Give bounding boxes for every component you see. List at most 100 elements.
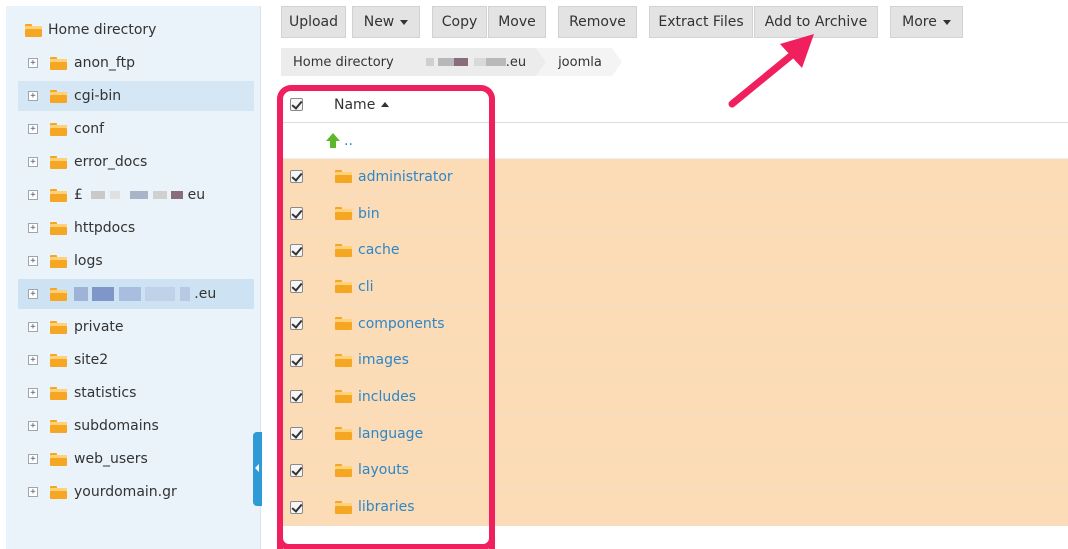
table-row[interactable]: images [281,342,1068,380]
row-checkbox[interactable] [290,390,303,404]
move-button[interactable]: Move [488,6,546,38]
tree-item-conf[interactable]: + conf [18,114,254,144]
folder-icon [50,485,67,499]
expand-icon[interactable]: + [28,454,38,464]
expand-icon[interactable]: + [28,58,38,68]
tree-item-cgi-bin[interactable]: + cgi-bin [18,81,254,111]
tree-root-home[interactable]: Home directory [25,19,156,41]
copy-button[interactable]: Copy [432,6,487,38]
more-button[interactable]: More [890,6,963,38]
table-row[interactable]: bin [281,195,1068,233]
tree-item-logs[interactable]: + logs [18,246,254,276]
parent-directory-link[interactable]: .. [344,133,353,149]
sidebar-collapse-handle[interactable] [253,432,262,506]
redacted-text [130,191,149,199]
new-button[interactable]: New [352,6,420,38]
expand-icon[interactable]: + [28,124,38,134]
redacted-text [91,191,106,199]
folder-icon [335,390,352,404]
row-checkbox[interactable] [290,427,303,441]
tree-item-private[interactable]: + private [18,312,254,342]
folder-icon [50,419,67,433]
tree-item-statistics[interactable]: + statistics [18,378,254,408]
table-row[interactable]: includes [281,379,1068,416]
folder-icon [50,89,67,103]
tree-item-yourdomain-gr[interactable]: + yourdomain.gr [18,477,254,507]
folder-icon [50,221,67,235]
tree-item-anon-ftp[interactable]: + anon_ftp [18,48,254,78]
file-name-link[interactable]: cache [358,242,399,258]
table-row[interactable]: layouts [281,452,1068,490]
tree-item-label: subdomains [74,418,159,434]
expand-icon[interactable]: + [28,91,38,101]
tree-item-label: £ eu [74,187,205,203]
folder-icon [50,56,67,70]
tree-item-label-suffix: .eu [194,286,217,302]
select-all-checkbox[interactable] [290,98,303,111]
redacted-text [74,287,88,301]
tree-item-redacted-domain-2[interactable]: + .eu [18,279,254,309]
tree-item-subdomains[interactable]: + subdomains [18,411,254,441]
row-checkbox[interactable] [290,207,303,221]
extract-files-button[interactable]: Extract Files [649,6,753,38]
breadcrumb-domain[interactable]: .eu [403,48,547,76]
tree-item-redacted-domain-1[interactable]: + £ eu [18,180,254,210]
tree-item-site2[interactable]: + site2 [18,345,254,375]
row-checkbox[interactable] [290,500,303,514]
row-checkbox[interactable] [290,170,303,184]
file-name-link[interactable]: libraries [358,499,415,515]
table-row[interactable]: cli [281,269,1068,306]
folder-tree-sidebar: Home directory + anon_ftp + cgi-bin + co… [6,6,261,549]
expand-icon[interactable]: + [28,487,38,497]
tree-item-error-docs[interactable]: + error_docs [18,147,254,177]
up-arrow-icon [326,133,340,148]
file-name-link[interactable]: bin [358,206,380,222]
name-header-label: Name [334,96,376,113]
breadcrumb-current[interactable]: joomla [536,48,622,76]
tree-item-httpdocs[interactable]: + httpdocs [18,213,254,243]
file-name-link[interactable]: layouts [358,462,409,478]
file-name-link[interactable]: administrator [358,169,453,185]
row-checkbox[interactable] [290,353,303,367]
table-row[interactable]: components [281,305,1068,343]
tree-root-label: Home directory [48,22,157,38]
row-checkbox[interactable] [290,280,303,294]
add-to-archive-button[interactable]: Add to Archive [754,6,878,38]
row-checkbox[interactable] [290,243,303,257]
file-name-link[interactable]: images [358,352,409,368]
expand-icon[interactable]: + [28,421,38,431]
table-row[interactable]: cache [281,232,1068,270]
name-column-header[interactable]: Name [334,96,390,113]
table-row[interactable]: libraries [281,489,1068,526]
tree-item-label: statistics [74,385,137,401]
table-row[interactable]: language [281,415,1068,453]
expand-icon[interactable]: + [28,388,38,398]
tree-item-label: site2 [74,352,109,368]
tree-item-web-users[interactable]: + web_users [18,444,254,474]
tree-item-label: private [74,319,124,335]
selection-highlight-box-bottom [277,538,495,549]
expand-icon[interactable]: + [28,256,38,266]
expand-icon[interactable]: + [28,355,38,365]
folder-icon [335,317,352,331]
tree-item-label: httpdocs [74,220,136,236]
file-name-link[interactable]: cli [358,279,373,295]
expand-icon[interactable]: + [28,289,38,299]
remove-button[interactable]: Remove [558,6,637,38]
file-name-link[interactable]: components [358,316,445,332]
row-checkbox[interactable] [290,463,303,477]
folder-icon [335,427,352,441]
expand-icon[interactable]: + [28,190,38,200]
row-checkbox[interactable] [290,317,303,331]
expand-icon[interactable]: + [28,157,38,167]
expand-icon[interactable]: + [28,223,38,233]
redacted-text [437,58,454,66]
file-name-link[interactable]: language [358,426,423,442]
parent-directory-row[interactable]: .. [281,123,1068,159]
table-row[interactable]: administrator [281,159,1068,196]
upload-button[interactable]: Upload [281,6,346,38]
expand-icon[interactable]: + [28,322,38,332]
breadcrumb-domain-suffix: .eu [505,54,527,70]
breadcrumb-home[interactable]: Home directory [281,48,414,76]
file-name-link[interactable]: includes [358,389,416,405]
